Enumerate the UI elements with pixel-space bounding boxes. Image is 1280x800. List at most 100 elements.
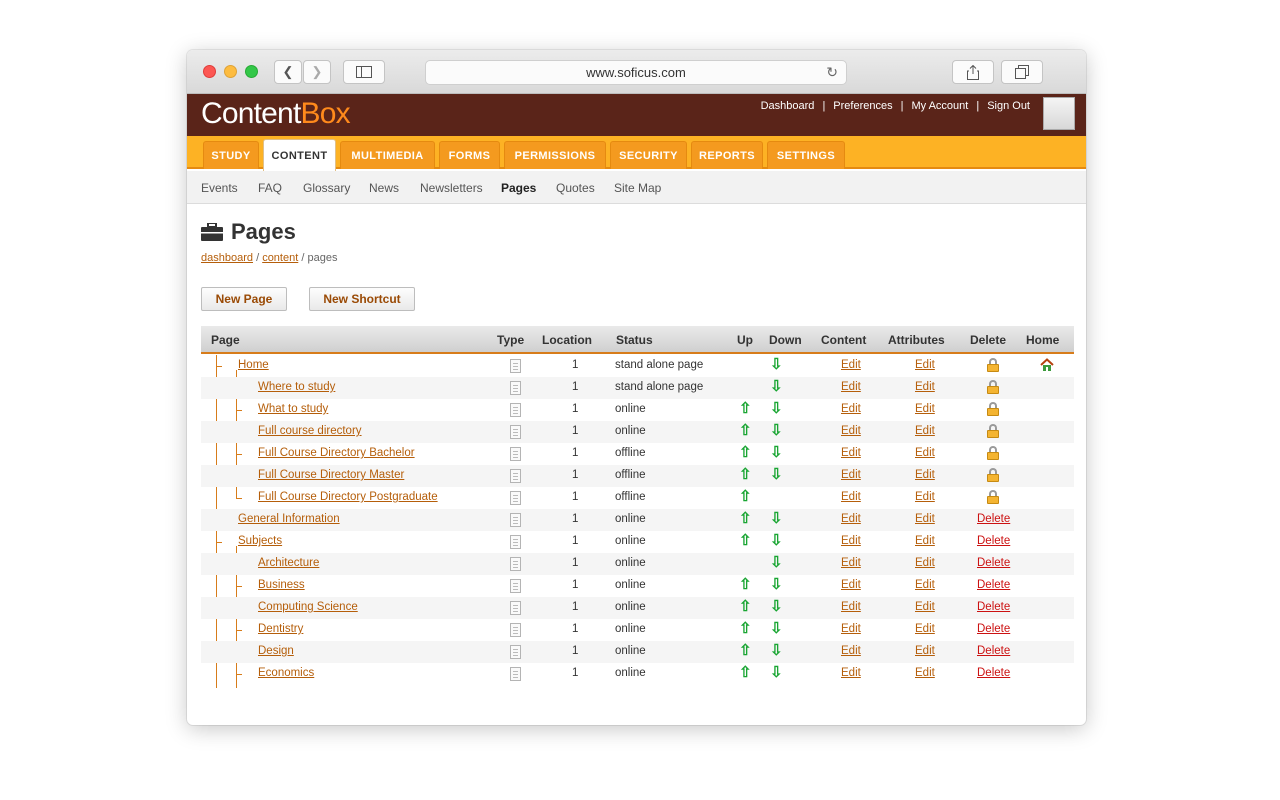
subnav-site-map[interactable]: Site Map <box>614 181 661 195</box>
page-link[interactable]: Architecture <box>258 557 319 569</box>
share-button[interactable] <box>952 60 994 84</box>
address-bar[interactable]: www.soficus.com ↻ <box>425 60 847 85</box>
tab-reports[interactable]: REPORTS <box>691 141 763 169</box>
page-link[interactable]: Economics <box>258 667 314 679</box>
sign-out-link[interactable]: Sign Out <box>983 100 1034 112</box>
sidebar-toggle-button[interactable] <box>343 60 385 84</box>
edit-attributes-link[interactable]: Edit <box>915 469 935 481</box>
subnav-glossary[interactable]: Glossary <box>303 181 350 195</box>
tab-security[interactable]: SECURITY <box>610 141 687 169</box>
edit-content-link[interactable]: Edit <box>841 447 861 459</box>
page-link[interactable]: Full Course Directory Master <box>258 469 404 481</box>
breadcrumb-content-link[interactable]: content <box>262 252 298 264</box>
edit-attributes-link[interactable]: Edit <box>915 359 935 371</box>
edit-content-link[interactable]: Edit <box>841 623 861 635</box>
my-account-link[interactable]: My Account <box>907 100 972 112</box>
move-down-icon[interactable]: ⇩ <box>770 511 783 527</box>
delete-link[interactable]: Delete <box>977 623 1010 635</box>
home-icon[interactable] <box>1040 358 1054 372</box>
tab-multimedia[interactable]: MULTIMEDIA <box>340 141 435 169</box>
edit-content-link[interactable]: Edit <box>841 425 861 437</box>
reload-icon[interactable]: ↻ <box>826 64 838 81</box>
breadcrumb-dashboard-link[interactable]: dashboard <box>201 252 253 264</box>
page-link[interactable]: Computing Science <box>258 601 358 613</box>
edit-attributes-link[interactable]: Edit <box>915 579 935 591</box>
move-up-icon[interactable]: ⇧ <box>739 577 752 593</box>
move-down-icon[interactable]: ⇩ <box>770 379 783 395</box>
page-link[interactable]: Business <box>258 579 305 591</box>
minimize-window-button[interactable] <box>224 65 237 78</box>
move-up-icon[interactable]: ⇧ <box>739 599 752 615</box>
edit-content-link[interactable]: Edit <box>841 359 861 371</box>
edit-attributes-link[interactable]: Edit <box>915 425 935 437</box>
delete-link[interactable]: Delete <box>977 579 1010 591</box>
move-down-icon[interactable]: ⇩ <box>770 357 783 373</box>
tab-content[interactable]: CONTENT <box>263 139 336 171</box>
subnav-news[interactable]: News <box>369 181 399 195</box>
forward-button[interactable]: ❯ <box>303 60 331 84</box>
edit-attributes-link[interactable]: Edit <box>915 601 935 613</box>
move-up-icon[interactable]: ⇧ <box>739 665 752 681</box>
delete-link[interactable]: Delete <box>977 667 1010 679</box>
back-button[interactable]: ❮ <box>274 60 302 84</box>
move-up-icon[interactable]: ⇧ <box>739 621 752 637</box>
delete-link[interactable]: Delete <box>977 513 1010 525</box>
edit-attributes-link[interactable]: Edit <box>915 667 935 679</box>
move-up-icon[interactable]: ⇧ <box>739 467 752 483</box>
page-link[interactable]: Where to study <box>258 381 335 393</box>
edit-attributes-link[interactable]: Edit <box>915 513 935 525</box>
delete-link[interactable]: Delete <box>977 645 1010 657</box>
delete-link[interactable]: Delete <box>977 601 1010 613</box>
edit-content-link[interactable]: Edit <box>841 579 861 591</box>
subnav-faq[interactable]: FAQ <box>258 181 282 195</box>
move-down-icon[interactable]: ⇩ <box>770 555 783 571</box>
preferences-link[interactable]: Preferences <box>829 100 896 112</box>
edit-attributes-link[interactable]: Edit <box>915 557 935 569</box>
avatar[interactable] <box>1043 97 1075 130</box>
edit-content-link[interactable]: Edit <box>841 469 861 481</box>
move-down-icon[interactable]: ⇩ <box>770 423 783 439</box>
edit-attributes-link[interactable]: Edit <box>915 645 935 657</box>
move-up-icon[interactable]: ⇧ <box>739 643 752 659</box>
edit-content-link[interactable]: Edit <box>841 535 861 547</box>
edit-attributes-link[interactable]: Edit <box>915 535 935 547</box>
tabs-overview-button[interactable] <box>1001 60 1043 84</box>
page-link[interactable]: Design <box>258 645 294 657</box>
move-down-icon[interactable]: ⇩ <box>770 467 783 483</box>
move-down-icon[interactable]: ⇩ <box>770 445 783 461</box>
subnav-pages[interactable]: Pages <box>501 181 536 195</box>
edit-content-link[interactable]: Edit <box>841 381 861 393</box>
move-down-icon[interactable]: ⇩ <box>770 401 783 417</box>
edit-content-link[interactable]: Edit <box>841 645 861 657</box>
move-up-icon[interactable]: ⇧ <box>739 445 752 461</box>
move-down-icon[interactable]: ⇩ <box>770 599 783 615</box>
edit-attributes-link[interactable]: Edit <box>915 403 935 415</box>
move-up-icon[interactable]: ⇧ <box>739 489 752 505</box>
page-link[interactable]: What to study <box>258 403 328 415</box>
move-down-icon[interactable]: ⇩ <box>770 665 783 681</box>
edit-content-link[interactable]: Edit <box>841 601 861 613</box>
tab-settings[interactable]: SETTINGS <box>767 141 845 169</box>
page-link[interactable]: Dentistry <box>258 623 303 635</box>
close-window-button[interactable] <box>203 65 216 78</box>
edit-attributes-link[interactable]: Edit <box>915 381 935 393</box>
tab-permissions[interactable]: PERMISSIONS <box>504 141 606 169</box>
page-link[interactable]: General Information <box>238 513 340 525</box>
edit-attributes-link[interactable]: Edit <box>915 623 935 635</box>
edit-content-link[interactable]: Edit <box>841 667 861 679</box>
page-link[interactable]: Full Course Directory Bachelor <box>258 447 415 459</box>
page-link[interactable]: Full Course Directory Postgraduate <box>258 491 438 503</box>
contentbox-logo[interactable]: ContentBox <box>201 97 351 131</box>
move-down-icon[interactable]: ⇩ <box>770 621 783 637</box>
delete-link[interactable]: Delete <box>977 557 1010 569</box>
zoom-window-button[interactable] <box>245 65 258 78</box>
dashboard-link[interactable]: Dashboard <box>757 100 819 112</box>
delete-link[interactable]: Delete <box>977 535 1010 547</box>
tab-forms[interactable]: FORMS <box>439 141 500 169</box>
move-down-icon[interactable]: ⇩ <box>770 643 783 659</box>
subnav-newsletters[interactable]: Newsletters <box>420 181 483 195</box>
move-down-icon[interactable]: ⇩ <box>770 533 783 549</box>
page-link[interactable]: Subjects <box>238 535 282 547</box>
edit-content-link[interactable]: Edit <box>841 557 861 569</box>
edit-content-link[interactable]: Edit <box>841 513 861 525</box>
